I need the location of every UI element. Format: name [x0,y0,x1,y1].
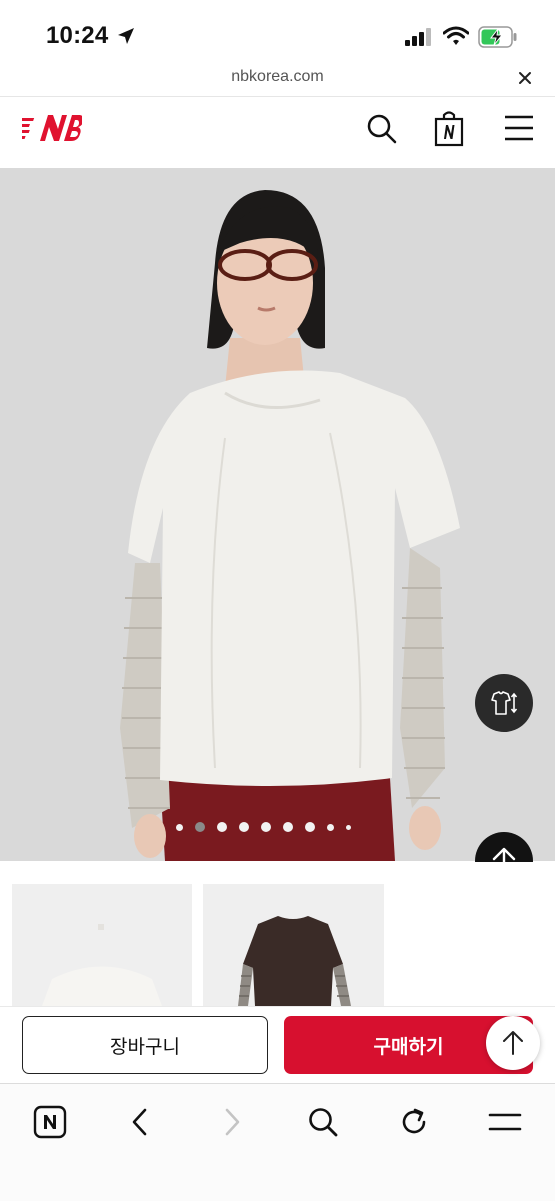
naver-home-button[interactable] [30,1102,70,1142]
brown-tee-image [238,916,351,1006]
purchase-action-bar: 장바구니 구매하기 [0,1006,555,1083]
add-to-cart-button[interactable]: 장바구니 [22,1016,268,1074]
carousel-dot[interactable] [239,822,249,832]
shopping-bag-icon[interactable] [433,109,465,147]
location-arrow-icon [118,28,134,44]
carousel-dot[interactable] [176,823,183,831]
n-app-icon [33,1105,67,1139]
cellular-signal-icon [405,28,431,46]
url-text[interactable]: nbkorea.com [0,68,555,86]
carousel-dot-active[interactable] [195,822,205,832]
search-icon [309,1108,338,1137]
forward-button[interactable] [212,1102,252,1142]
battery-charging-icon [478,26,517,48]
carousel-dot[interactable] [327,823,334,831]
thumbnail-white-tee[interactable] [12,884,192,1006]
status-bar: 10:24 [0,0,555,70]
chevron-left-icon [132,1108,147,1136]
browser-menu-button[interactable] [485,1102,525,1142]
site-header [0,97,555,167]
hamburger-menu-icon [488,1113,522,1131]
thumbnail-brown-tee[interactable] [203,884,384,1006]
close-icon[interactable] [516,69,534,87]
carousel-dot[interactable] [217,822,227,832]
carousel-dot[interactable] [283,822,293,832]
browser-search-button[interactable] [303,1102,343,1142]
model-photo [0,168,555,861]
hamburger-menu-icon[interactable] [503,114,535,142]
browser-toolbar [0,1083,555,1201]
carousel-dot[interactable] [261,822,271,832]
arrow-up-icon [503,1031,523,1055]
browser-url-bar[interactable]: nbkorea.com [0,62,555,97]
product-thumbnails [0,862,555,1006]
white-tee-image [42,924,162,1006]
reload-icon [402,1108,426,1134]
new-balance-logo[interactable] [22,113,82,145]
search-icon[interactable] [366,113,398,145]
shirt-size-icon [491,691,518,715]
carousel-dot[interactable] [346,824,351,830]
back-button[interactable] [120,1102,160,1142]
carousel-dot[interactable] [305,822,315,832]
wifi-icon [443,26,469,45]
size-guide-button[interactable] [475,674,533,732]
scroll-to-top-button[interactable] [486,1016,540,1070]
reload-button[interactable] [394,1102,434,1142]
carousel-pagination[interactable] [176,820,351,834]
status-time: 10:24 [46,22,109,49]
chevron-right-icon [225,1108,240,1136]
product-hero-image[interactable] [0,168,555,861]
